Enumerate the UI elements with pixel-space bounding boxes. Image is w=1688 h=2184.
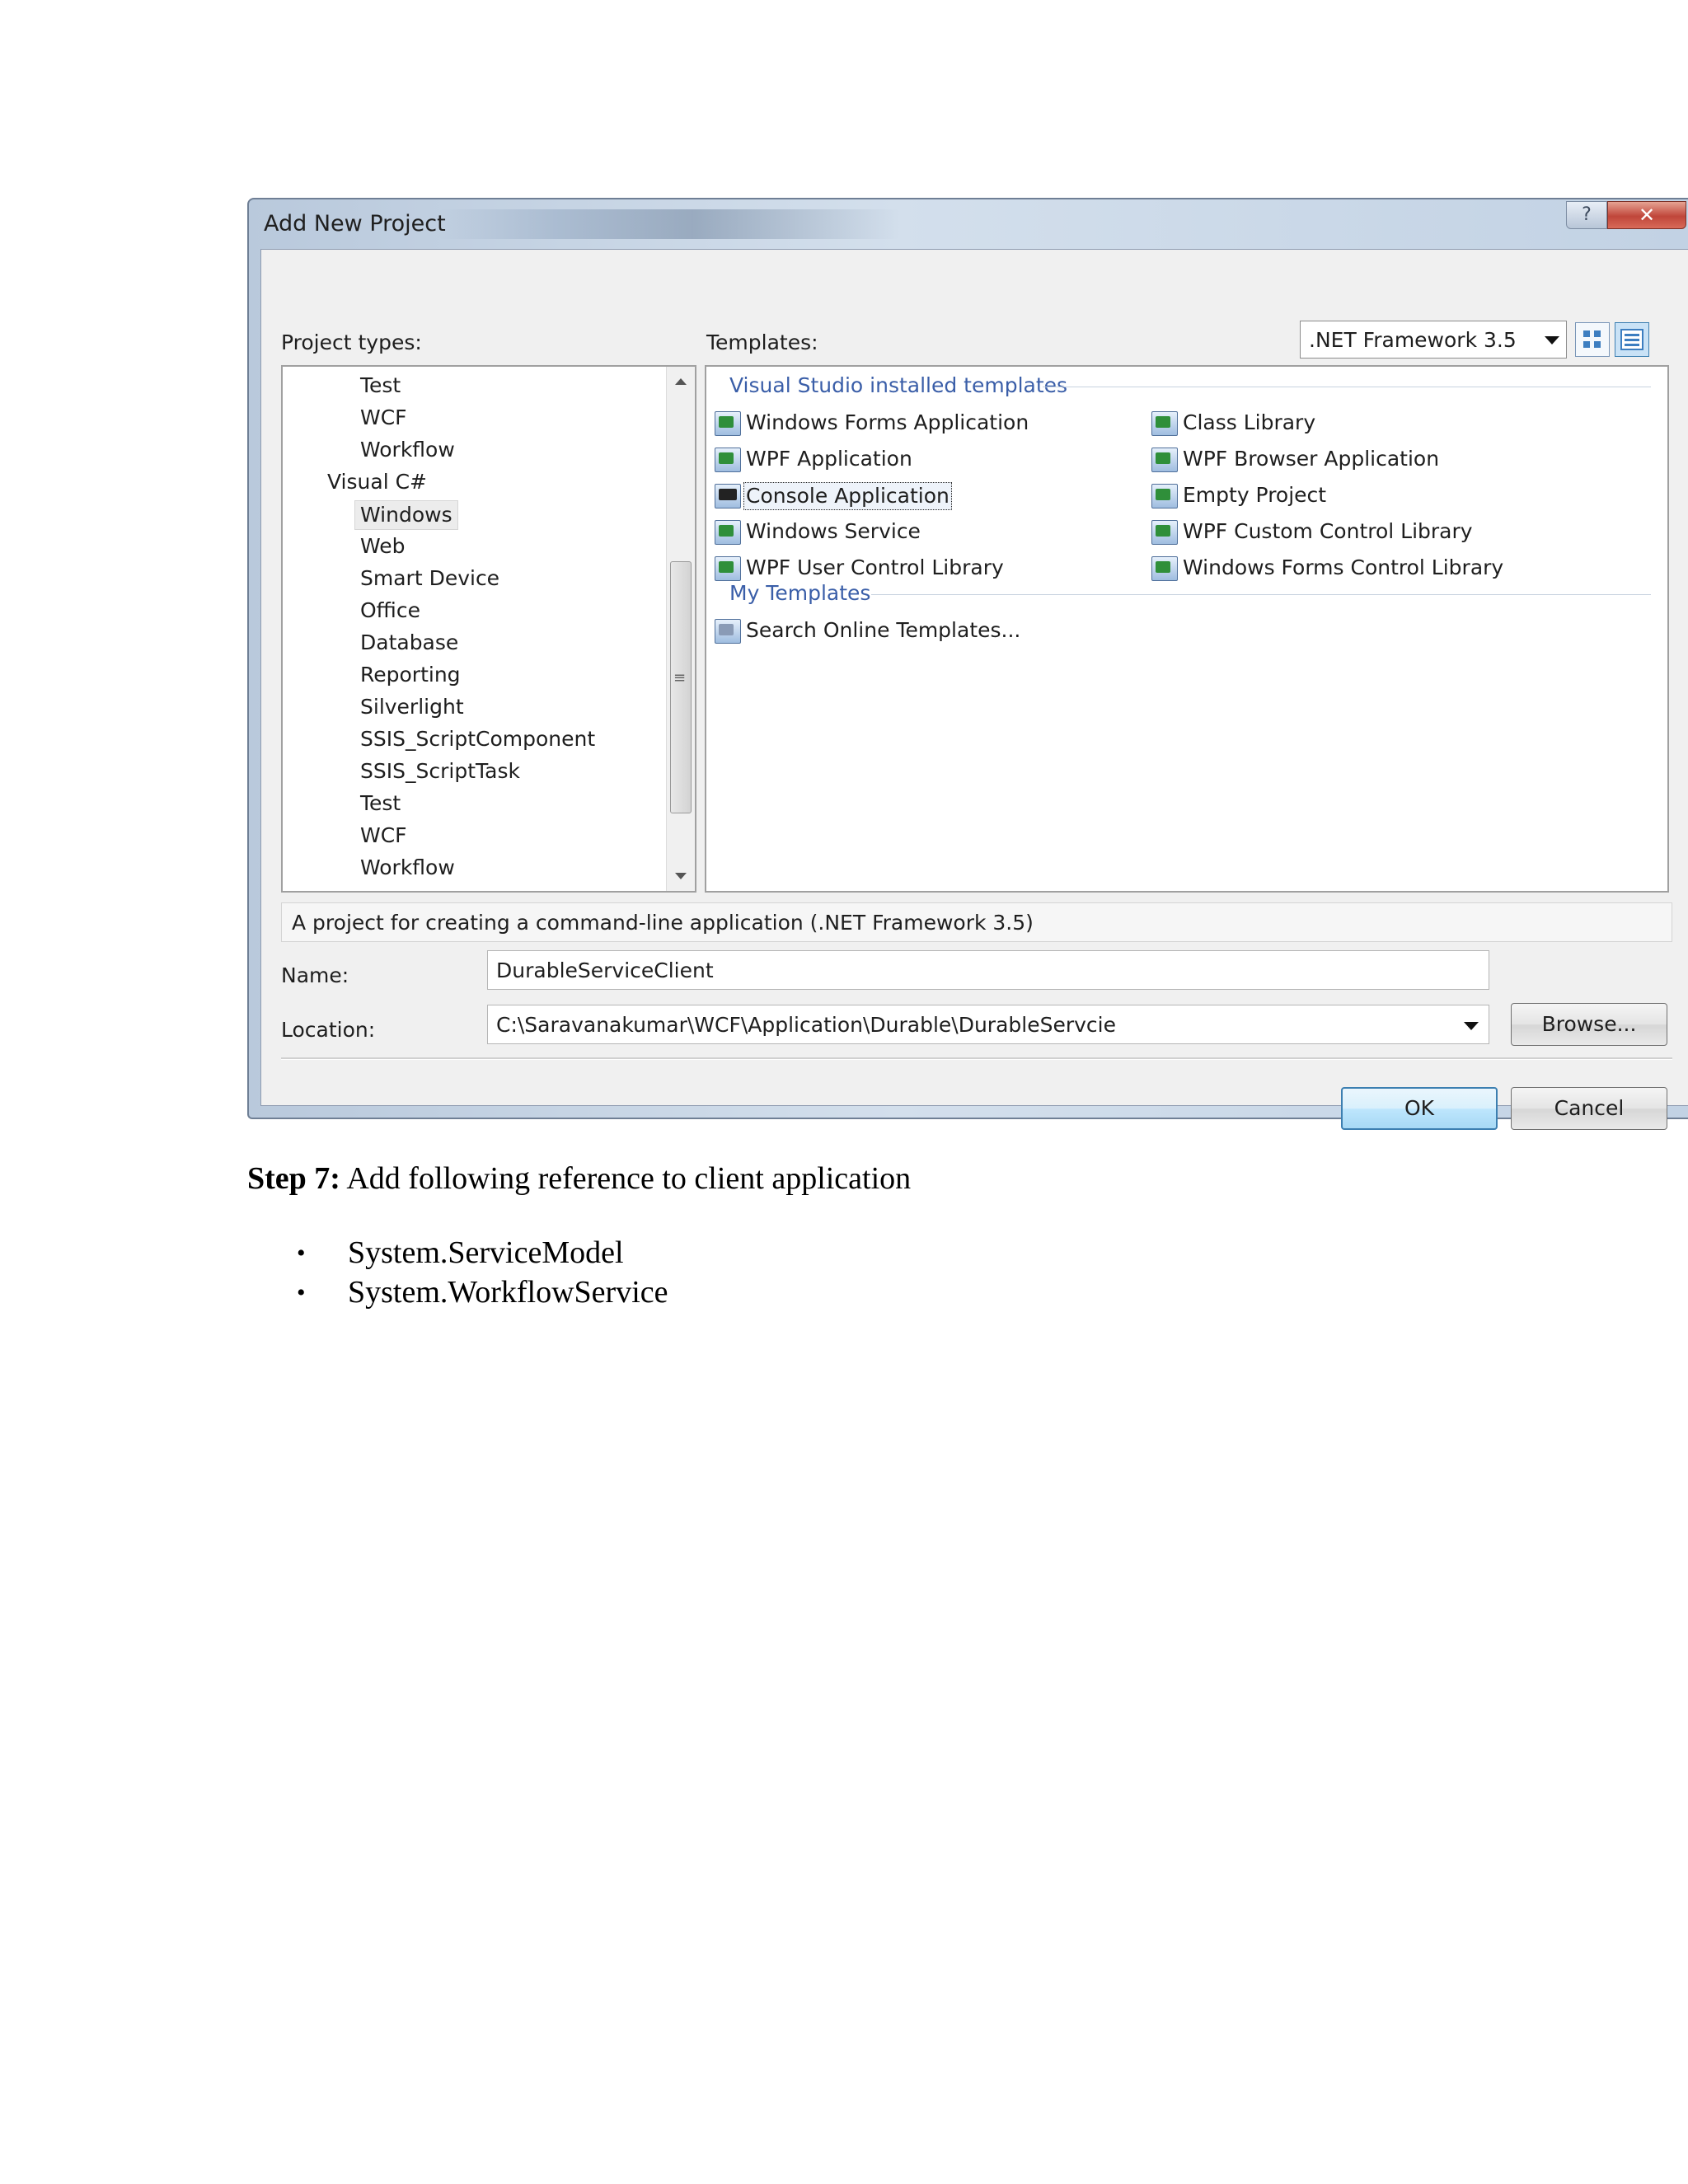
tree-item-database[interactable]: Database: [360, 629, 458, 657]
tree-item-visual-csharp[interactable]: Visual C#: [327, 468, 427, 496]
scroll-up-icon[interactable]: [675, 378, 687, 385]
browse-button[interactable]: Browse...: [1511, 1003, 1667, 1046]
divider: [281, 1057, 1672, 1060]
template-label: Class Library: [1183, 410, 1316, 434]
step-text: Add following reference to client applic…: [340, 1161, 912, 1196]
tree-item-workflow-2[interactable]: Workflow: [360, 854, 455, 882]
name-label: Name:: [281, 963, 349, 987]
close-button[interactable]: ✕: [1607, 201, 1686, 229]
scroll-down-icon[interactable]: [675, 873, 687, 879]
tree-item-windows[interactable]: Windows: [354, 500, 458, 530]
chevron-down-icon: [1545, 336, 1559, 344]
csharp-project-icon: [1151, 484, 1178, 509]
tree-item-reporting[interactable]: Reporting: [360, 661, 461, 689]
location-value: C:\Saravanakumar\WCF\Application\Durable…: [496, 1013, 1116, 1037]
framework-dropdown[interactable]: .NET Framework 3.5: [1300, 321, 1567, 359]
tree-item-wcf-2[interactable]: WCF: [360, 822, 407, 850]
installed-templates-header: Visual Studio installed templates: [729, 373, 1068, 397]
csharp-project-icon: [715, 448, 741, 472]
project-types-label: Project types:: [281, 330, 422, 354]
csharp-project-icon: [715, 520, 741, 545]
tree-item-smart-device[interactable]: Smart Device: [360, 565, 499, 593]
tree-item-ssis-scriptcomponent[interactable]: SSIS_ScriptComponent: [360, 725, 595, 753]
csharp-project-icon: [1151, 448, 1178, 472]
location-combobox[interactable]: C:\Saravanakumar\WCF\Application\Durable…: [487, 1005, 1489, 1044]
project-types-scrollbar[interactable]: ≡: [666, 367, 695, 891]
step-instruction: Step 7: Add following reference to clien…: [247, 1160, 911, 1197]
tree-item-silverlight[interactable]: Silverlight: [360, 693, 464, 721]
console-icon: [715, 484, 741, 509]
reference-item: System.WorkflowService: [348, 1275, 668, 1310]
location-label: Location:: [281, 1018, 376, 1042]
tree-item-test-2[interactable]: Test: [360, 790, 401, 818]
project-types-tree[interactable]: Test WCF Workflow Visual C# Windows Web …: [281, 365, 696, 893]
template-label: Windows Service: [746, 519, 921, 543]
tree-item-ssis-scripttask[interactable]: SSIS_ScriptTask: [360, 757, 520, 785]
small-icons-view-button[interactable]: [1615, 322, 1649, 357]
template-description: A project for creating a command-line ap…: [292, 911, 1034, 935]
csharp-project-icon: [1151, 411, 1178, 436]
template-label: WPF User Control Library: [746, 555, 1004, 579]
bullet-icon: •: [297, 1240, 306, 1267]
reference-item: System.ServiceModel: [348, 1235, 624, 1270]
csharp-project-icon: [1151, 556, 1178, 581]
template-label: Empty Project: [1183, 483, 1327, 507]
tree-item-web[interactable]: Web: [360, 532, 406, 560]
my-templates-header: My Templates: [729, 581, 871, 605]
group-divider: [871, 594, 1651, 595]
tree-item-wcf[interactable]: WCF: [360, 404, 407, 432]
csharp-project-icon: [715, 556, 741, 581]
search-online-icon: [715, 619, 741, 644]
help-button[interactable]: ?: [1566, 201, 1607, 229]
scrollbar-thumb[interactable]: ≡: [670, 561, 692, 813]
templates-list[interactable]: Visual Studio installed templates Window…: [705, 365, 1669, 893]
list-view-icon: [1620, 329, 1643, 350]
template-label: Windows Forms Control Library: [1183, 555, 1504, 579]
template-label: WPF Application: [746, 447, 912, 471]
step-number: Step 7:: [247, 1161, 340, 1196]
grid-view-icon: [1583, 330, 1601, 348]
framework-value: .NET Framework 3.5: [1309, 328, 1517, 352]
add-new-project-dialog: Add New Project ? ✕ Project types: Templ…: [247, 198, 1688, 1130]
large-icons-view-button[interactable]: [1575, 322, 1610, 357]
csharp-project-icon: [1151, 520, 1178, 545]
ok-button[interactable]: OK: [1341, 1087, 1498, 1130]
bullet-icon: •: [297, 1279, 306, 1306]
tree-item-test[interactable]: Test: [360, 372, 401, 400]
tree-item-workflow[interactable]: Workflow: [360, 436, 455, 464]
grip-icon: ≡: [673, 669, 687, 687]
template-label: Search Online Templates...: [746, 618, 1021, 642]
templates-label: Templates:: [706, 330, 818, 354]
chevron-down-icon[interactable]: [1464, 1022, 1479, 1030]
template-description-bar: A project for creating a command-line ap…: [281, 902, 1672, 942]
name-value: DurableServiceClient: [496, 958, 714, 982]
title-glass-reflection: [438, 209, 900, 239]
title-bar[interactable]: Add New Project ? ✕: [249, 199, 1688, 249]
template-label: WPF Browser Application: [1183, 447, 1440, 471]
template-label: Console Application: [743, 482, 952, 510]
dialog-client-area: Project types: Templates: .NET Framework…: [260, 249, 1688, 1130]
tree-item-office[interactable]: Office: [360, 597, 420, 625]
template-label: WPF Custom Control Library: [1183, 519, 1473, 543]
cancel-button[interactable]: Cancel: [1511, 1087, 1667, 1130]
csharp-project-icon: [715, 411, 741, 436]
template-label: Windows Forms Application: [746, 410, 1029, 434]
dialog-title: Add New Project: [264, 211, 446, 237]
name-input[interactable]: DurableServiceClient: [487, 950, 1489, 990]
